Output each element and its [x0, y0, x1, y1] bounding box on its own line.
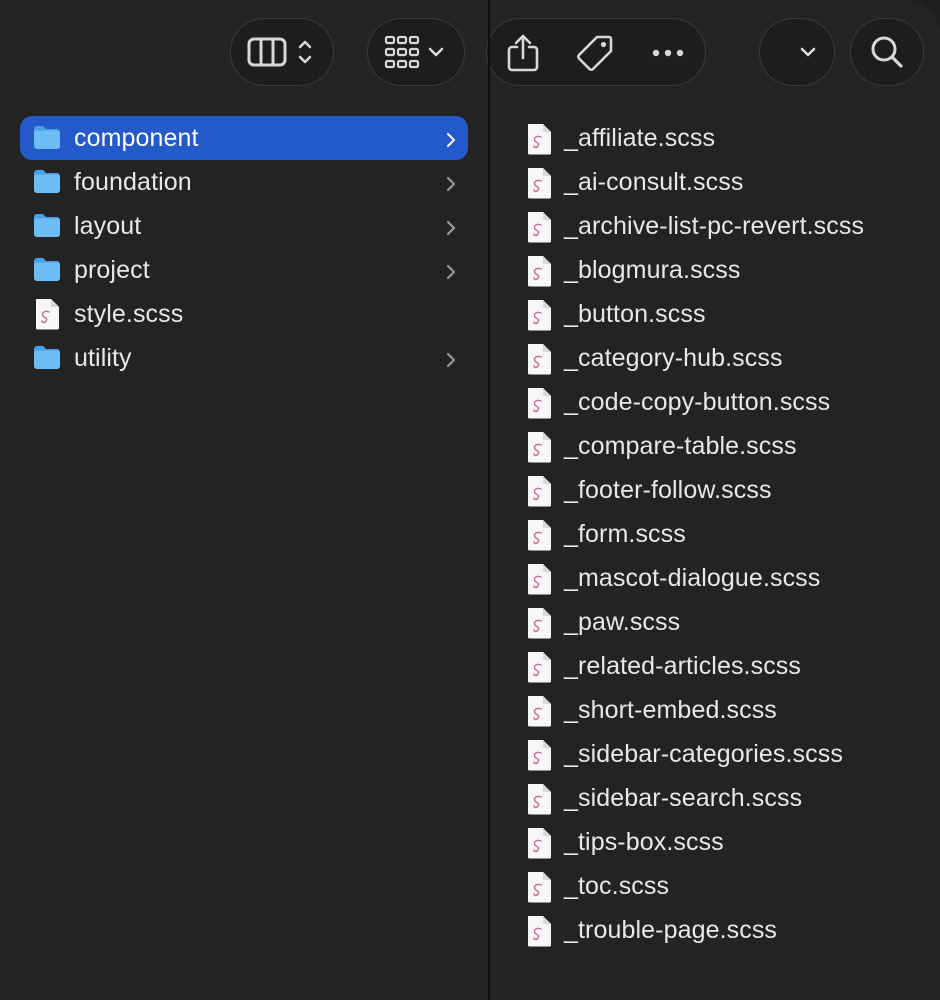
file-item-button[interactable]: _button.scss [520, 292, 920, 336]
item-label: _archive-list-pc-revert.scss [564, 212, 865, 240]
action-button-group [486, 18, 706, 86]
file-item-footer-follow[interactable]: _footer-follow.scss [520, 468, 920, 512]
chevron-right-icon [444, 348, 458, 377]
file-item-code-copy-button[interactable]: _code-copy-button.scss [520, 380, 920, 424]
file-item-form[interactable]: _form.scss [520, 512, 920, 556]
folder-item-layout[interactable]: layout [20, 204, 468, 248]
scss-file-icon [526, 783, 552, 822]
file-item-sidebar-categories[interactable]: _sidebar-categories.scss [520, 732, 920, 776]
file-item-archive-list-pc-revert[interactable]: _archive-list-pc-revert.scss [520, 204, 920, 248]
chevron-right-icon [444, 172, 458, 201]
item-label: _tips-box.scss [564, 828, 724, 856]
file-item-paw[interactable]: _paw.scss [520, 600, 920, 644]
file-item-related-articles[interactable]: _related-articles.scss [520, 644, 920, 688]
file-item-compare-table[interactable]: _compare-table.scss [520, 424, 920, 468]
more-button[interactable] [651, 43, 685, 63]
columns-view-icon [247, 37, 312, 67]
scss-file-icon [526, 431, 552, 470]
item-label: utility [74, 344, 132, 372]
scss-file-icon [526, 607, 552, 646]
file-item-short-embed[interactable]: _short-embed.scss [520, 688, 920, 732]
item-label: _form.scss [564, 520, 686, 548]
folder-item-project[interactable]: project [20, 248, 468, 292]
item-label: _sidebar-search.scss [564, 784, 803, 812]
file-item-blogmura[interactable]: _blogmura.scss [520, 248, 920, 292]
chevron-down-icon [800, 47, 816, 57]
scss-file-icon [526, 827, 552, 866]
file-item-sidebar-search[interactable]: _sidebar-search.scss [520, 776, 920, 820]
item-label: _compare-table.scss [564, 432, 797, 460]
file-item-category-hub[interactable]: _category-hub.scss [520, 336, 920, 380]
item-label: layout [74, 212, 142, 240]
item-label: _affiliate.scss [564, 124, 716, 152]
item-label: _mascot-dialogue.scss [564, 564, 821, 592]
scss-file-icon [526, 255, 552, 294]
file-item-ai-consult[interactable]: _ai-consult.scss [520, 160, 920, 204]
chevron-right-icon [444, 216, 458, 245]
chevron-right-icon [444, 260, 458, 289]
item-label: _toc.scss [564, 872, 670, 900]
item-label: _paw.scss [564, 608, 681, 636]
item-label: _button.scss [564, 300, 706, 328]
file-item-mascot-dialogue[interactable]: _mascot-dialogue.scss [520, 556, 920, 600]
folder-item-utility[interactable]: utility [20, 336, 468, 380]
item-label: foundation [74, 168, 192, 196]
folder-icon [32, 211, 62, 246]
parent-folder-column: component foundation layout project style.sc… [0, 104, 488, 1000]
scss-file-icon [526, 167, 552, 206]
scss-file-icon [526, 915, 552, 954]
scss-file-icon [526, 871, 552, 910]
item-label: _code-copy-button.scss [564, 388, 831, 416]
component-folder-column: _affiliate.scss _ai-consult.scss _archive-… [490, 104, 940, 1000]
folder-item-component[interactable]: component [20, 116, 468, 160]
grid-icon [384, 35, 444, 69]
item-label: component [74, 124, 199, 152]
item-label: _category-hub.scss [564, 344, 783, 372]
item-label: style.scss [74, 300, 184, 328]
search-icon [871, 36, 903, 68]
dropdown-button[interactable] [759, 18, 835, 86]
chevron-right-icon [444, 128, 458, 157]
scss-file-icon [526, 695, 552, 734]
folder-icon [32, 167, 62, 202]
tag-icon [577, 35, 613, 71]
file-item-style[interactable]: style.scss [20, 292, 468, 336]
share-button[interactable] [505, 33, 541, 73]
item-label: _footer-follow.scss [564, 476, 772, 504]
file-item-affiliate[interactable]: _affiliate.scss [520, 116, 920, 160]
ellipsis-icon [652, 49, 684, 57]
scss-file-icon [526, 739, 552, 778]
scss-file-icon [526, 299, 552, 338]
scss-file-icon [526, 123, 552, 162]
view-columns-button[interactable] [230, 18, 334, 86]
scss-file-icon [526, 651, 552, 690]
item-label: _ai-consult.scss [564, 168, 744, 196]
folder-icon [32, 255, 62, 290]
item-label: project [74, 256, 150, 284]
scss-file-icon [526, 563, 552, 602]
folder-item-foundation[interactable]: foundation [20, 160, 468, 204]
folder-icon [32, 343, 62, 378]
group-by-button[interactable] [367, 18, 465, 86]
scss-file-icon [34, 298, 60, 337]
item-label: _sidebar-categories.scss [564, 740, 843, 768]
file-item-tips-box[interactable]: _tips-box.scss [520, 820, 920, 864]
item-label: _short-embed.scss [564, 696, 777, 724]
scss-file-icon [526, 387, 552, 426]
share-icon [507, 34, 539, 72]
scss-file-icon [526, 475, 552, 514]
item-label: _trouble-page.scss [564, 916, 778, 944]
finder-window: component foundation layout project style.sc… [0, 0, 940, 1000]
file-item-trouble-page[interactable]: _trouble-page.scss [520, 908, 920, 952]
item-label: _blogmura.scss [564, 256, 741, 284]
file-item-toc[interactable]: _toc.scss [520, 864, 920, 908]
scss-file-icon [526, 343, 552, 382]
search-button[interactable] [850, 18, 924, 86]
folder-icon [32, 123, 62, 158]
scss-file-icon [526, 211, 552, 250]
toolbar [0, 0, 940, 104]
scss-file-icon [526, 519, 552, 558]
item-label: _related-articles.scss [564, 652, 802, 680]
tag-button[interactable] [575, 33, 615, 73]
